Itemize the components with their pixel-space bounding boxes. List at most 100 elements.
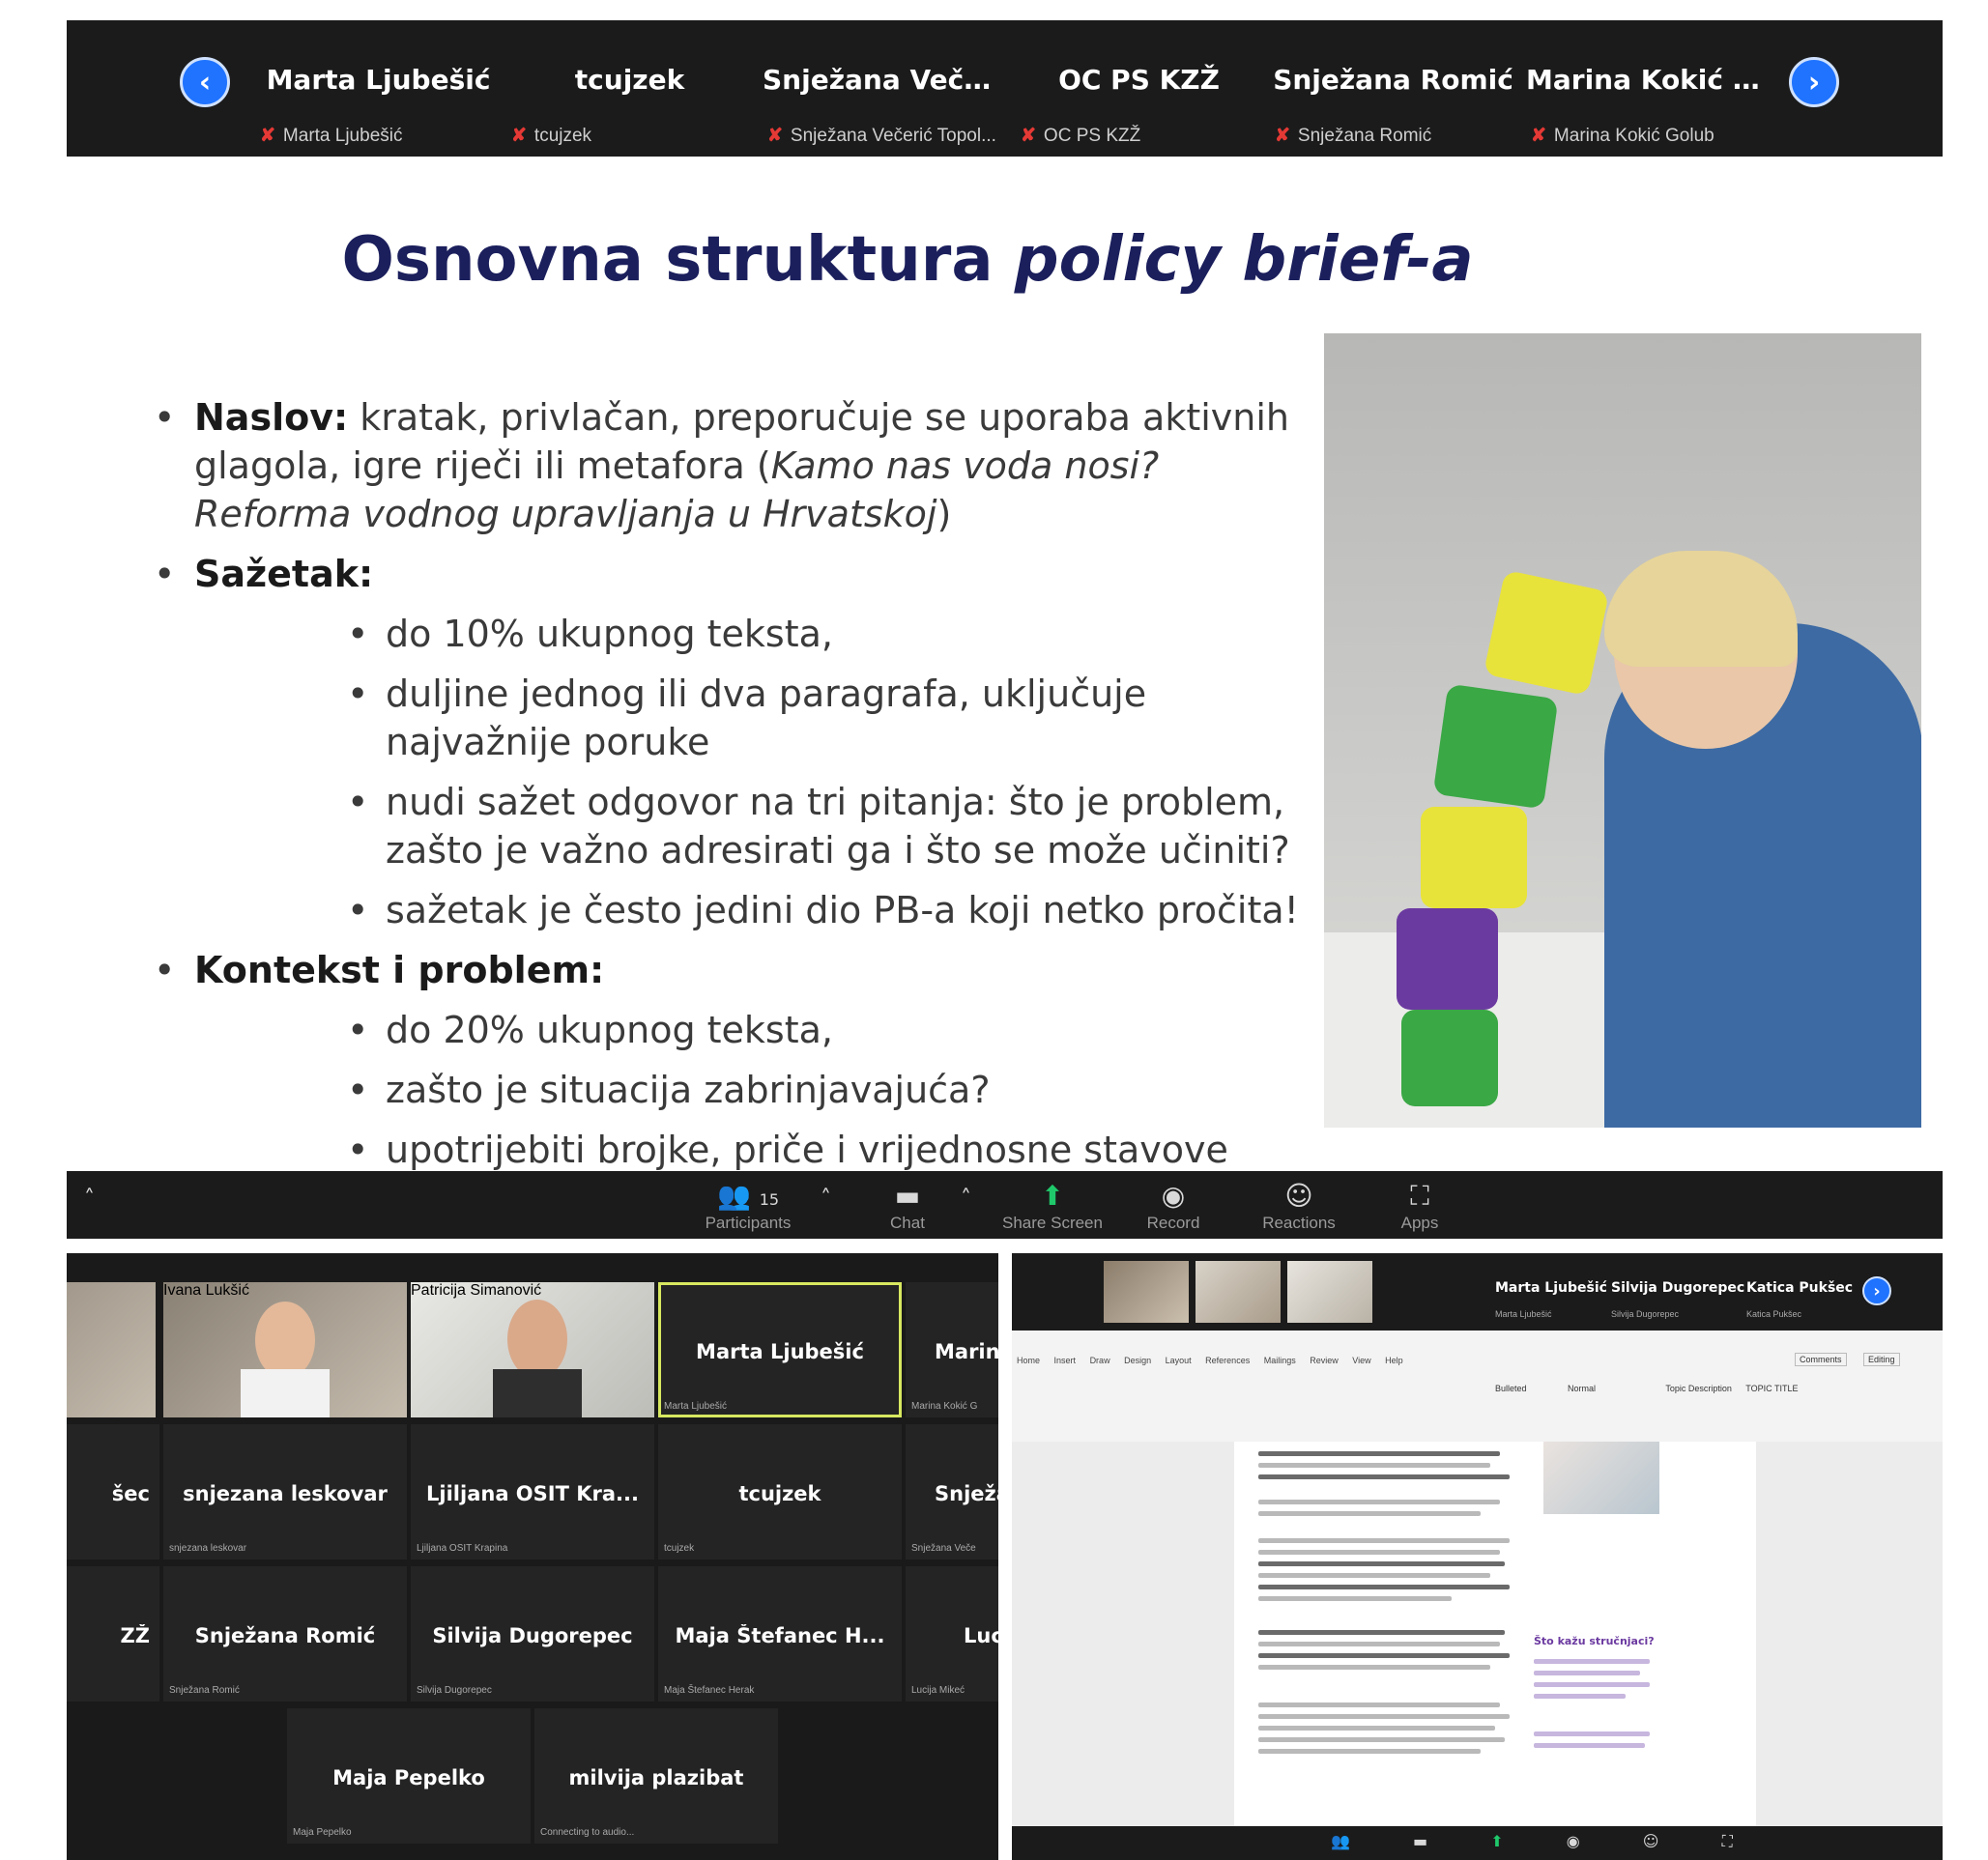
reactions-icon[interactable]: ☺ (1643, 1832, 1659, 1850)
chat-button[interactable]: ▬ Chat (869, 1179, 946, 1233)
tab-view[interactable]: View (1352, 1356, 1370, 1365)
tile-name: Marin (935, 1340, 998, 1363)
tab-design[interactable]: Design (1124, 1356, 1151, 1365)
tab-mailings[interactable]: Mailings (1264, 1356, 1296, 1365)
video-tile[interactable]: šec (67, 1424, 159, 1560)
tab-insert[interactable]: Insert (1054, 1356, 1077, 1365)
record-button[interactable]: ◉ Record (1130, 1179, 1217, 1233)
participant-name: Snježana Romić (1273, 64, 1513, 96)
chevron-right-icon[interactable]: › (1789, 57, 1839, 107)
strip-participant[interactable]: OC PS KZŽ ✘ OC PS KZŽ (1016, 20, 1262, 157)
share-toolbar-icons: 👥 ▬ ⬆ ◉ ☺ ⛶ (1331, 1832, 1733, 1851)
muted-mic-icon: ✘ (1531, 126, 1546, 146)
video-tile[interactable]: tcujzek tcujzek (658, 1424, 902, 1560)
video-tile[interactable]: Patricija Simanović (411, 1282, 654, 1417)
sub-bullet: zašto je situacija zabrinjavajuća? (154, 1066, 1313, 1114)
tile-label: Marina Kokić G (911, 1401, 978, 1412)
participant-face (255, 1302, 315, 1379)
video-tile[interactable]: ZŽ (67, 1566, 159, 1702)
video-tile[interactable]: Maja Štefanec H... Maja Štefanec Herak (658, 1566, 902, 1702)
video-tile[interactable]: Silvija Dugorepec Silvija Dugorepec (411, 1566, 654, 1702)
video-tile[interactable]: Marin Marina Kokić G (906, 1282, 998, 1417)
reactions-button[interactable]: ☺ Reactions (1246, 1179, 1352, 1233)
participants-icon: 👥 15 (716, 1180, 780, 1212)
meeting-toolbar: ˄ 👥 15 Participants ˄ ▬ Chat ˄ ⬆ Share S… (67, 1171, 1943, 1239)
participant-face (507, 1300, 567, 1379)
record-icon[interactable]: ◉ (1567, 1832, 1580, 1850)
sub-bullet: do 10% ukupnog teksta, (154, 610, 1313, 658)
participants-button[interactable]: 👥 15 Participants (690, 1179, 806, 1233)
strip-participant-label: Marta Ljubešić (1495, 1309, 1552, 1319)
participant-label: Marta Ljubešić (282, 126, 403, 146)
caret-up-icon[interactable]: ˄ (84, 1187, 95, 1211)
tile-label: Maja Štefanec Herak (664, 1685, 755, 1696)
video-tile[interactable]: Ivana Lukšić (163, 1282, 407, 1417)
muted-mic-icon: ✘ (1021, 126, 1036, 146)
editing-button[interactable]: Editing (1863, 1353, 1900, 1366)
tile-name: snjezana leskovar (183, 1482, 388, 1505)
document-page[interactable]: Što kažu stručnjaci? (1234, 1442, 1756, 1826)
tab-review[interactable]: Review (1310, 1356, 1339, 1365)
tile-label: Snježana Veče (911, 1543, 976, 1554)
participants-icon[interactable]: 👥 (1331, 1832, 1350, 1850)
video-tile[interactable]: Ljiljana OSIT Kra... Ljiljana OSIT Krapi… (411, 1424, 654, 1560)
strip-participant[interactable]: Marta Ljubešić ✘ Marta Ljubešić (255, 20, 502, 157)
participant-body (241, 1369, 330, 1417)
comments-button[interactable]: Comments (1795, 1353, 1847, 1366)
tile-label: Maja Pepelko (293, 1827, 352, 1838)
tab-draw[interactable]: Draw (1090, 1356, 1110, 1365)
apps-icon[interactable]: ⛶ (1722, 1832, 1733, 1850)
style-topic-title[interactable]: TOPIC TITLE (1745, 1384, 1798, 1393)
strip-participant-name[interactable]: Silvija Dugorepec (1611, 1280, 1744, 1296)
share-screen-button[interactable]: ⬆ Share Screen (994, 1179, 1110, 1233)
tab-layout[interactable]: Layout (1166, 1356, 1192, 1365)
style-topic-description[interactable]: Topic Description (1665, 1384, 1732, 1393)
video-thumbnail[interactable] (1196, 1261, 1281, 1323)
video-tile[interactable]: Marta Ljubešić Marta Ljubešić (658, 1282, 902, 1417)
apps-button[interactable]: ⛶ Apps (1391, 1179, 1449, 1233)
child-hair (1604, 551, 1798, 667)
share-participant-strip: Marta Ljubešić Silvija Dugorepec Katica … (1012, 1253, 1943, 1331)
tab-references[interactable]: References (1205, 1356, 1250, 1365)
participant-label: Marina Kokić Golub (1553, 126, 1714, 146)
share-screen-icon[interactable]: ⬆ (1490, 1832, 1503, 1850)
strip-participant[interactable]: Snježana Večeri... ✘ Snježana Večerić Top… (763, 20, 1009, 157)
apps-icon: ⛶ (1410, 1180, 1429, 1212)
record-icon: ◉ (1161, 1180, 1186, 1212)
chevron-left-icon[interactable]: ‹ (180, 57, 230, 107)
tile-name: Marta Ljubešić (696, 1340, 864, 1363)
tab-help[interactable]: Help (1385, 1356, 1403, 1365)
tile-label: Ljiljana OSIT Krapina (417, 1543, 508, 1554)
strip-participant[interactable]: Marina Kokić G... ✘ Marina Kokić Golub (1526, 20, 1772, 157)
video-tile[interactable]: snjezana leskovar snjezana leskovar (163, 1424, 407, 1560)
muted-mic-icon: ✘ (1275, 126, 1290, 146)
shared-screen-view: Marta Ljubešić Silvija Dugorepec Katica … (1012, 1253, 1943, 1860)
chat-icon[interactable]: ▬ (1413, 1832, 1427, 1850)
tile-label: Connecting to audio... (540, 1827, 635, 1838)
tile-label: Snježana Romić (169, 1685, 240, 1696)
video-tile[interactable]: Snježana Romić Snježana Romić (163, 1566, 407, 1702)
participant-name: Snježana Večeri... (763, 64, 1009, 96)
style-normal[interactable]: Normal (1568, 1384, 1596, 1393)
chevron-right-icon[interactable]: › (1862, 1276, 1891, 1305)
video-tile[interactable]: Snježa Snježana Veče (906, 1424, 998, 1560)
tile-name: ZŽ (120, 1624, 150, 1647)
caret-up-icon[interactable]: ˄ (821, 1187, 831, 1211)
strip-participant[interactable]: Snježana Romić ✘ Snježana Romić (1270, 20, 1516, 157)
sub-bullet: nudi sažet odgovor na tri pitanja: što j… (154, 778, 1313, 874)
style-bulleted[interactable]: Bulleted (1495, 1384, 1527, 1393)
strip-participant-name[interactable]: Marta Ljubešić (1495, 1280, 1607, 1296)
strip-participant[interactable]: tcujzek ✘ tcujzek (506, 20, 753, 157)
video-tile[interactable]: Maja Pepelko Maja Pepelko (287, 1708, 531, 1844)
tab-home[interactable]: Home (1017, 1356, 1040, 1365)
participant-label: Snježana Romić (1297, 126, 1432, 146)
share-screen-icon: ⬆ (1041, 1180, 1064, 1212)
video-thumbnail[interactable] (1104, 1261, 1189, 1323)
video-thumbnail[interactable] (1287, 1261, 1372, 1323)
video-tile[interactable]: Luc Lucija Mikeć (906, 1566, 998, 1702)
ribbon-tabs: Home Insert Draw Design Layout Reference… (1017, 1356, 1403, 1365)
strip-participant-name[interactable]: Katica Pukšec (1746, 1280, 1853, 1296)
video-tile[interactable]: milvija plazibat Connecting to audio... (534, 1708, 778, 1844)
video-tile[interactable] (67, 1282, 156, 1417)
caret-up-icon[interactable]: ˄ (961, 1187, 971, 1211)
